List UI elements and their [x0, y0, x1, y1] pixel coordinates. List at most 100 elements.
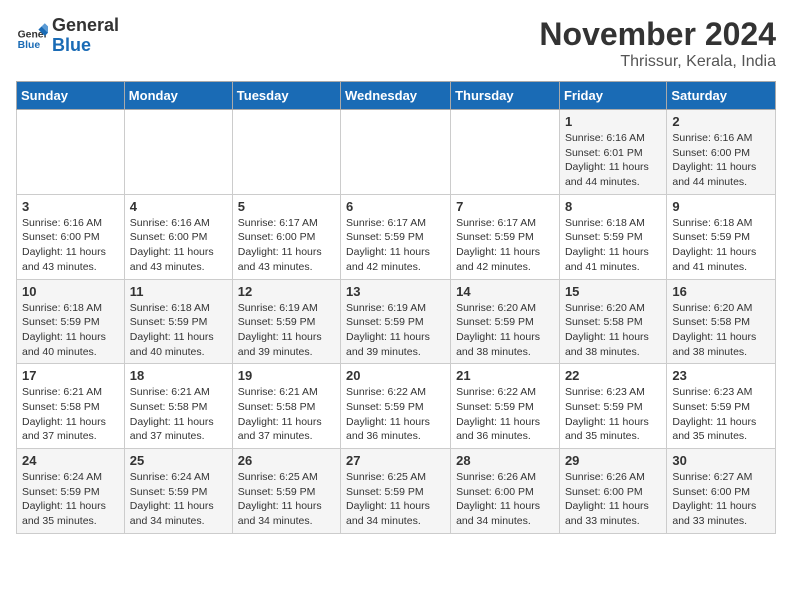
day-number: 27	[346, 453, 445, 468]
day-number: 28	[456, 453, 554, 468]
day-number: 23	[672, 368, 770, 383]
day-number: 30	[672, 453, 770, 468]
day-number: 29	[565, 453, 661, 468]
calendar-cell: 1 Sunrise: 6:16 AM Sunset: 6:01 PM Daylig…	[559, 110, 666, 195]
weekday-header-thursday: Thursday	[451, 82, 560, 110]
day-number: 9	[672, 199, 770, 214]
calendar-cell: 18 Sunrise: 6:21 AM Sunset: 5:58 PM Dayli…	[124, 364, 232, 449]
calendar-cell: 28 Sunrise: 6:26 AM Sunset: 6:00 PM Dayli…	[451, 449, 560, 534]
calendar-cell: 12 Sunrise: 6:19 AM Sunset: 5:59 PM Dayli…	[232, 279, 340, 364]
day-info: Sunrise: 6:18 AM Sunset: 5:59 PM Dayligh…	[130, 301, 227, 360]
week-row-1: 1 Sunrise: 6:16 AM Sunset: 6:01 PM Daylig…	[17, 110, 776, 195]
weekday-header-monday: Monday	[124, 82, 232, 110]
day-info: Sunrise: 6:26 AM Sunset: 6:00 PM Dayligh…	[565, 470, 661, 529]
calendar-cell: 23 Sunrise: 6:23 AM Sunset: 5:59 PM Dayli…	[667, 364, 776, 449]
location: Thrissur, Kerala, India	[539, 53, 776, 71]
calendar-cell: 29 Sunrise: 6:26 AM Sunset: 6:00 PM Dayli…	[559, 449, 666, 534]
weekday-header-wednesday: Wednesday	[341, 82, 451, 110]
day-info: Sunrise: 6:17 AM Sunset: 5:59 PM Dayligh…	[456, 216, 554, 275]
day-number: 16	[672, 284, 770, 299]
day-info: Sunrise: 6:19 AM Sunset: 5:59 PM Dayligh…	[346, 301, 445, 360]
day-info: Sunrise: 6:22 AM Sunset: 5:59 PM Dayligh…	[346, 385, 445, 444]
day-number: 4	[130, 199, 227, 214]
calendar-cell	[341, 110, 451, 195]
day-number: 10	[22, 284, 119, 299]
day-info: Sunrise: 6:16 AM Sunset: 6:01 PM Dayligh…	[565, 131, 661, 190]
day-info: Sunrise: 6:26 AM Sunset: 6:00 PM Dayligh…	[456, 470, 554, 529]
day-number: 11	[130, 284, 227, 299]
day-number: 15	[565, 284, 661, 299]
day-info: Sunrise: 6:20 AM Sunset: 5:58 PM Dayligh…	[565, 301, 661, 360]
calendar-cell: 8 Sunrise: 6:18 AM Sunset: 5:59 PM Daylig…	[559, 194, 666, 279]
day-number: 24	[22, 453, 119, 468]
calendar-cell: 30 Sunrise: 6:27 AM Sunset: 6:00 PM Dayli…	[667, 449, 776, 534]
day-number: 6	[346, 199, 445, 214]
logo-text: General Blue	[52, 16, 119, 56]
day-number: 20	[346, 368, 445, 383]
calendar-cell	[17, 110, 125, 195]
day-info: Sunrise: 6:17 AM Sunset: 6:00 PM Dayligh…	[238, 216, 335, 275]
day-info: Sunrise: 6:25 AM Sunset: 5:59 PM Dayligh…	[238, 470, 335, 529]
day-info: Sunrise: 6:20 AM Sunset: 5:59 PM Dayligh…	[456, 301, 554, 360]
day-number: 18	[130, 368, 227, 383]
day-info: Sunrise: 6:21 AM Sunset: 5:58 PM Dayligh…	[130, 385, 227, 444]
calendar-cell: 9Sunrise: 6:18 AM Sunset: 5:59 PM Daylig…	[667, 194, 776, 279]
logo-icon: General Blue	[16, 20, 48, 52]
calendar-cell: 10 Sunrise: 6:18 AM Sunset: 5:59 PM Dayli…	[17, 279, 125, 364]
day-info: Sunrise: 6:25 AM Sunset: 5:59 PM Dayligh…	[346, 470, 445, 529]
weekday-header-friday: Friday	[559, 82, 666, 110]
calendar-cell: 6Sunrise: 6:17 AM Sunset: 5:59 PM Daylig…	[341, 194, 451, 279]
day-number: 1	[565, 114, 661, 129]
logo-blue: Blue	[52, 35, 91, 55]
calendar-cell: 21 Sunrise: 6:22 AM Sunset: 5:59 PM Dayli…	[451, 364, 560, 449]
day-info: Sunrise: 6:22 AM Sunset: 5:59 PM Dayligh…	[456, 385, 554, 444]
weekday-header-sunday: Sunday	[17, 82, 125, 110]
day-info: Sunrise: 6:27 AM Sunset: 6:00 PM Dayligh…	[672, 470, 770, 529]
day-info: Sunrise: 6:23 AM Sunset: 5:59 PM Dayligh…	[565, 385, 661, 444]
weekday-header-tuesday: Tuesday	[232, 82, 340, 110]
day-number: 3	[22, 199, 119, 214]
day-number: 25	[130, 453, 227, 468]
day-info: Sunrise: 6:24 AM Sunset: 5:59 PM Dayligh…	[130, 470, 227, 529]
day-info: Sunrise: 6:20 AM Sunset: 5:58 PM Dayligh…	[672, 301, 770, 360]
logo-general: General	[52, 15, 119, 35]
month-title: November 2024	[539, 16, 776, 53]
day-number: 14	[456, 284, 554, 299]
calendar-cell: 26 Sunrise: 6:25 AM Sunset: 5:59 PM Dayli…	[232, 449, 340, 534]
calendar-cell: 4Sunrise: 6:16 AM Sunset: 6:00 PM Daylig…	[124, 194, 232, 279]
calendar-cell	[124, 110, 232, 195]
calendar-cell: 19 Sunrise: 6:21 AM Sunset: 5:58 PM Dayli…	[232, 364, 340, 449]
day-info: Sunrise: 6:18 AM Sunset: 5:59 PM Dayligh…	[565, 216, 661, 275]
calendar-cell: 13Sunrise: 6:19 AM Sunset: 5:59 PM Dayli…	[341, 279, 451, 364]
week-row-2: 3 Sunrise: 6:16 AM Sunset: 6:00 PM Daylig…	[17, 194, 776, 279]
day-info: Sunrise: 6:16 AM Sunset: 6:00 PM Dayligh…	[672, 131, 770, 190]
calendar-cell: 5 Sunrise: 6:17 AM Sunset: 6:00 PM Daylig…	[232, 194, 340, 279]
calendar-cell: 15 Sunrise: 6:20 AM Sunset: 5:58 PM Dayli…	[559, 279, 666, 364]
day-number: 19	[238, 368, 335, 383]
day-number: 12	[238, 284, 335, 299]
calendar-cell: 14 Sunrise: 6:20 AM Sunset: 5:59 PM Dayli…	[451, 279, 560, 364]
calendar-cell: 2Sunrise: 6:16 AM Sunset: 6:00 PM Daylig…	[667, 110, 776, 195]
week-row-4: 17 Sunrise: 6:21 AM Sunset: 5:58 PM Dayli…	[17, 364, 776, 449]
svg-text:Blue: Blue	[18, 40, 41, 51]
day-number: 5	[238, 199, 335, 214]
day-info: Sunrise: 6:21 AM Sunset: 5:58 PM Dayligh…	[22, 385, 119, 444]
day-info: Sunrise: 6:16 AM Sunset: 6:00 PM Dayligh…	[22, 216, 119, 275]
calendar-cell: 3 Sunrise: 6:16 AM Sunset: 6:00 PM Daylig…	[17, 194, 125, 279]
day-number: 21	[456, 368, 554, 383]
day-number: 8	[565, 199, 661, 214]
day-number: 17	[22, 368, 119, 383]
day-info: Sunrise: 6:24 AM Sunset: 5:59 PM Dayligh…	[22, 470, 119, 529]
calendar-cell: 17 Sunrise: 6:21 AM Sunset: 5:58 PM Dayli…	[17, 364, 125, 449]
calendar-cell	[232, 110, 340, 195]
day-info: Sunrise: 6:23 AM Sunset: 5:59 PM Dayligh…	[672, 385, 770, 444]
calendar-table: SundayMondayTuesdayWednesdayThursdayFrid…	[16, 81, 776, 534]
day-info: Sunrise: 6:18 AM Sunset: 5:59 PM Dayligh…	[22, 301, 119, 360]
week-row-3: 10 Sunrise: 6:18 AM Sunset: 5:59 PM Dayli…	[17, 279, 776, 364]
calendar-cell: 20 Sunrise: 6:22 AM Sunset: 5:59 PM Dayli…	[341, 364, 451, 449]
day-number: 26	[238, 453, 335, 468]
day-info: Sunrise: 6:19 AM Sunset: 5:59 PM Dayligh…	[238, 301, 335, 360]
title-block: November 2024 Thrissur, Kerala, India	[539, 16, 776, 71]
day-info: Sunrise: 6:21 AM Sunset: 5:58 PM Dayligh…	[238, 385, 335, 444]
calendar-cell: 24 Sunrise: 6:24 AM Sunset: 5:59 PM Dayli…	[17, 449, 125, 534]
